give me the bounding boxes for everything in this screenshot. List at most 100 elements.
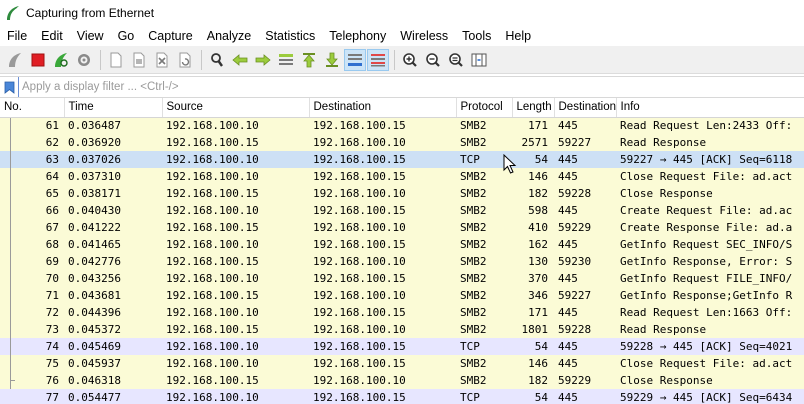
capture-options-button[interactable]: [73, 49, 95, 71]
go-first-button[interactable]: [298, 49, 320, 71]
zoom-out-button[interactable]: [422, 49, 444, 71]
search-icon: [211, 52, 223, 67]
resize-columns-button[interactable]: [468, 49, 490, 71]
resize-columns-icon: [471, 53, 487, 66]
packet-protocol: SMB2: [460, 357, 487, 370]
packet-source: 192.168.100.10: [166, 391, 259, 404]
packet-info: Read Response: [620, 323, 707, 336]
toolbar-separator: [394, 49, 395, 70]
packet-protocol: TCP: [460, 153, 480, 166]
reload-file-button[interactable]: [174, 49, 196, 71]
column-header-no[interactable]: No.: [0, 98, 65, 118]
column-header-destination[interactable]: Destination: [309, 98, 457, 118]
filter-bookmark-button[interactable]: [0, 77, 18, 97]
packet-destination: 192.168.100.15: [313, 238, 406, 251]
go-forward-button[interactable]: [252, 49, 274, 71]
packet-row[interactable]: 75 0.045937 192.168.100.10 192.168.100.1…: [0, 355, 804, 372]
column-header-destination-port[interactable]: Destination: [554, 98, 617, 118]
packet-destination-port: 59229: [558, 221, 592, 234]
menu-wireless[interactable]: Wireless: [393, 26, 455, 46]
go-last-button[interactable]: [321, 49, 343, 71]
packet-destination-port: 445: [558, 391, 578, 404]
close-file-button[interactable]: [151, 49, 173, 71]
menu-help[interactable]: Help: [498, 26, 538, 46]
packet-no: 61: [45, 119, 59, 133]
save-file-button[interactable]: [128, 49, 150, 71]
packet-destination-port: 59228: [558, 187, 592, 200]
packet-row[interactable]: 66 0.040430 192.168.100.10 192.168.100.1…: [0, 202, 804, 219]
menu-analyze[interactable]: Analyze: [200, 26, 258, 46]
packet-no: 77: [45, 391, 59, 404]
packet-row[interactable]: 69 0.042776 192.168.100.15 192.168.100.1…: [0, 253, 804, 270]
packet-no: 75: [45, 357, 59, 370]
packet-row[interactable]: 74 0.045469 192.168.100.10 192.168.100.1…: [0, 338, 804, 355]
packet-source: 192.168.100.10: [166, 119, 259, 133]
column-header-info[interactable]: Info: [616, 98, 804, 118]
packet-row[interactable]: 72 0.044396 192.168.100.10 192.168.100.1…: [0, 304, 804, 321]
display-filter-input[interactable]: [18, 77, 804, 97]
packet-time: 0.045469: [68, 340, 121, 353]
zoom-in-button[interactable]: [399, 49, 421, 71]
packet-destination: 192.168.100.10: [313, 323, 406, 336]
menu-view[interactable]: View: [70, 26, 111, 46]
packet-info: GetInfo Request SEC_INFO/S: [620, 238, 793, 251]
packet-info: Read Request Len:2433 Off:: [620, 119, 793, 133]
packet-destination-port: 59227: [558, 289, 592, 302]
packet-no: 72: [45, 306, 59, 319]
stop-capture-button[interactable]: [27, 49, 49, 71]
packet-no-cell: 77: [0, 389, 64, 404]
menu-telephony[interactable]: Telephony: [322, 26, 393, 46]
packet-list: No. Time Source Destination Protocol Len…: [0, 98, 804, 404]
arrow-down-icon: [326, 52, 338, 67]
packet-row[interactable]: 77 0.054477 192.168.100.10 192.168.100.1…: [0, 389, 804, 404]
packet-row[interactable]: 71 0.043681 192.168.100.15 192.168.100.1…: [0, 287, 804, 304]
packet-source: 192.168.100.10: [166, 340, 259, 353]
restart-capture-button[interactable]: [50, 49, 72, 71]
packet-info: Read Request Len:1663 Off:: [620, 306, 793, 319]
menu-tools[interactable]: Tools: [455, 26, 498, 46]
conversation-tree-line: [10, 253, 11, 270]
packet-row-selected[interactable]: 63 0.037026 192.168.100.10 192.168.100.1…: [0, 151, 804, 168]
packet-table: No. Time Source Destination Protocol Len…: [0, 98, 804, 404]
packet-row[interactable]: 61 0.036487 192.168.100.10 192.168.100.1…: [0, 117, 804, 134]
go-back-button[interactable]: [229, 49, 251, 71]
open-file-button[interactable]: [105, 49, 127, 71]
start-capture-button[interactable]: [4, 49, 26, 71]
packet-length: 1801: [521, 323, 549, 336]
packet-row[interactable]: 73 0.045372 192.168.100.15 192.168.100.1…: [0, 321, 804, 338]
packet-destination: 192.168.100.10: [313, 187, 406, 200]
packet-row[interactable]: 64 0.037310 192.168.100.10 192.168.100.1…: [0, 168, 804, 185]
packet-row[interactable]: 76 0.046318 192.168.100.15 192.168.100.1…: [0, 372, 804, 389]
packet-no: 64: [45, 170, 59, 183]
main-toolbar: [0, 46, 804, 74]
go-to-packet-button[interactable]: [275, 49, 297, 71]
packet-no: 68: [45, 238, 59, 251]
packet-row[interactable]: 65 0.038171 192.168.100.15 192.168.100.1…: [0, 185, 804, 202]
menu-capture[interactable]: Capture: [141, 26, 199, 46]
packet-protocol: TCP: [460, 391, 480, 404]
column-header-protocol[interactable]: Protocol: [456, 98, 513, 118]
packet-row[interactable]: 68 0.041465 192.168.100.10 192.168.100.1…: [0, 236, 804, 253]
auto-scroll-button[interactable]: [344, 48, 366, 71]
packet-length: 370: [528, 272, 548, 285]
packet-no: 66: [45, 204, 59, 217]
packet-destination: 192.168.100.15: [313, 170, 406, 183]
column-header-source[interactable]: Source: [162, 98, 310, 118]
packet-row[interactable]: 62 0.036920 192.168.100.15 192.168.100.1…: [0, 134, 804, 151]
menu-go[interactable]: Go: [111, 26, 142, 46]
packet-destination: 192.168.100.15: [313, 119, 406, 133]
packet-destination-port: 445: [558, 153, 578, 166]
menu-file[interactable]: File: [0, 26, 34, 46]
column-header-time[interactable]: Time: [64, 98, 163, 118]
packet-row[interactable]: 70 0.043256 192.168.100.10 192.168.100.1…: [0, 270, 804, 287]
packet-protocol: SMB2: [460, 306, 487, 319]
packet-row[interactable]: 67 0.041222 192.168.100.15 192.168.100.1…: [0, 219, 804, 236]
packet-length: 162: [528, 238, 548, 251]
packet-length: 171: [528, 119, 548, 133]
colorize-button[interactable]: [367, 48, 389, 71]
column-header-length[interactable]: Length: [512, 98, 555, 118]
find-packet-button[interactable]: [206, 49, 228, 71]
menu-statistics[interactable]: Statistics: [258, 26, 322, 46]
normal-size-button[interactable]: [445, 49, 467, 71]
menu-edit[interactable]: Edit: [34, 26, 70, 46]
